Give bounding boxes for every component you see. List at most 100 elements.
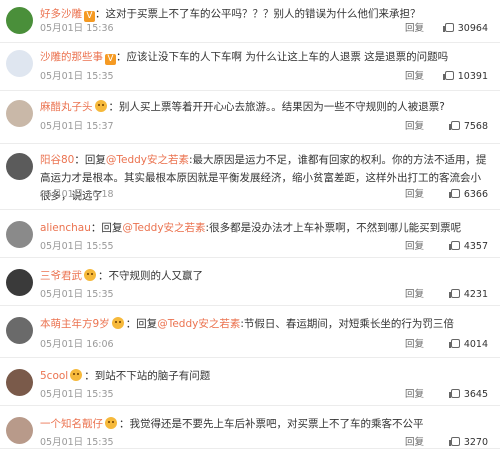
avatar[interactable] [6,153,33,180]
reply-button[interactable]: 回复 [405,120,424,134]
comment-text: 三爷君武 ：不守规则的人又赢了 [40,267,490,285]
timestamp: 05月01日 15:36 [40,23,114,34]
username-link[interactable]: 阳谷80 [40,154,74,166]
comment-footer: 05月01日 16:06 回复 4014 [40,338,488,352]
reply-button[interactable]: 回复 [405,338,424,352]
timestamp: 05月01日 15:35 [40,437,114,448]
comment-text: alienchau：回复@Teddy安之若素:很多都是没办法才上车补票啊，不然到… [40,219,490,237]
comment-footer: 05月01日 15:35 回复 3270 [40,436,488,450]
comment-item: 一个知名靓仔 ：我觉得还是不要先上车后补票吧，对买票上不了车的乘客不公平 05月0… [0,406,500,449]
timestamp: 05月01日 15:55 [40,241,114,252]
timestamp: 05月01日 15:35 [40,289,114,300]
reply-button[interactable]: 回复 [405,188,424,202]
like-button[interactable]: 6366 [448,188,488,202]
comment-body: ：别人买上票等着开开心心去旅游。。结果因为一些不守规则的人被退票? [108,101,445,113]
username-link[interactable]: 三爷君武 [40,270,82,282]
comment-body: ：应该让没下车的人下车啊 为什么让这上车的人退票 这是退票的问题吗 [116,51,449,63]
comment-item: 麻醋丸子头 ：别人买上票等着开开心心去旅游。。结果因为一些不守规则的人被退票? 0… [0,91,500,144]
comment-body: ：回复 [74,154,106,166]
comment-text: 本萌主年方9岁 ：回复@Teddy安之若素:节假日、春运期间，对短乘长坐的行为罚三… [40,315,490,333]
username-link[interactable]: 5cool [40,370,68,382]
timestamp: 05月01日 15:35 [40,71,114,82]
comment-item: 好多沙雕 V ：这对于买票上不了车的公平吗？？？别人的错误为什么他们来承担？ 05月… [0,0,500,43]
comment-item: alienchau：回复@Teddy安之若素:很多都是没办法才上车补票啊，不然到… [0,210,500,258]
comment-footer: 05月01日 15:37 回复 7568 [40,120,488,134]
like-count: 4231 [463,289,488,300]
username-link[interactable]: 本萌主年方9岁 [40,318,110,330]
thumbs-up-icon [448,437,460,446]
comment-text: 麻醋丸子头 ：别人买上票等着开开心心去旅游。。结果因为一些不守规则的人被退票? [40,98,490,116]
comment-body: ：这对于买票上不了车的公平吗？？？别人的错误为什么他们来承担？ [95,8,421,20]
username-link[interactable]: alienchau [40,222,91,234]
like-button[interactable]: 10391 [442,70,488,84]
thumbs-up-icon [442,23,454,32]
avatar[interactable] [6,417,33,444]
like-button[interactable]: 3270 [448,436,488,450]
comment-item: 沙雕的那些事 V ：应该让没下车的人下车啊 为什么让这上车的人退票 这是退票的问题吗… [0,43,500,91]
comment-footer: 05月01日 16:18 回复 6366 [40,188,488,202]
comment-item: 5cool ：到站不下站的脑子有问题 05月01日 15:35 回复 3645 [0,358,500,406]
like-button[interactable]: 4357 [448,240,488,254]
comment-footer: 05月01日 15:36 回复 30964 [40,22,488,36]
comment-text: 一个知名靓仔 ：我觉得还是不要先上车后补票吧，对买票上不了车的乘客不公平 [40,415,490,433]
thumbs-up-icon [448,289,460,298]
reply-button[interactable]: 回复 [405,288,424,302]
thumbs-up-icon [448,189,460,198]
timestamp: 05月01日 15:35 [40,389,114,400]
reply-button[interactable]: 回复 [405,70,424,84]
smiley-emoji-icon [84,269,96,281]
mention-link[interactable]: @Teddy安之若素 [157,318,240,330]
avatar[interactable] [6,7,33,34]
timestamp: 05月01日 16:06 [40,339,114,350]
username-link[interactable]: 好多沙雕 [40,8,82,20]
comment-footer: 05月01日 15:35 回复 3645 [40,388,488,402]
like-count: 3645 [463,389,488,400]
reply-button[interactable]: 回复 [405,22,424,36]
smiley-emoji-icon [70,369,83,381]
username-link[interactable]: 沙雕的那些事 [40,51,103,63]
comment-item: 阳谷80：回复@Teddy安之若素:最大原因是运力不足，谁都有回家的权利。你的方… [0,144,500,210]
like-button[interactable]: 7568 [448,120,488,134]
vip-badge-icon: V [84,11,95,22]
username-link[interactable]: 麻醋丸子头 [40,101,93,113]
comment-footer: 05月01日 15:35 回复 10391 [40,70,488,84]
comment-body: ：回复 [90,222,123,234]
username-link[interactable]: 一个知名靓仔 [40,418,103,430]
like-button[interactable]: 3645 [448,388,488,402]
like-button[interactable]: 4014 [448,338,488,352]
timestamp: 05月01日 15:37 [40,121,114,132]
avatar[interactable] [6,317,33,344]
like-button[interactable]: 30964 [442,22,488,36]
comment-body: ：回复 [125,318,158,330]
avatar[interactable] [6,50,33,77]
like-count: 4357 [463,241,488,252]
comment-footer: 05月01日 15:55 回复 4357 [40,240,488,254]
smiley-emoji-icon [111,317,124,329]
mention-link[interactable]: @Teddy安之若素 [122,222,205,234]
reply-button[interactable]: 回复 [405,240,424,254]
avatar[interactable] [6,269,33,296]
timestamp: 05月01日 16:18 [40,189,114,200]
thumbs-up-icon [448,389,460,398]
like-count: 30964 [457,23,488,34]
thumbs-up-icon [442,71,454,80]
like-count: 6366 [463,189,488,200]
comment-text: 沙雕的那些事 V ：应该让没下车的人下车啊 为什么让这上车的人退票 这是退票的问题吗 [40,48,490,66]
like-count: 3270 [463,437,488,448]
reply-button[interactable]: 回复 [405,436,424,450]
reply-button[interactable]: 回复 [405,388,424,402]
thumbs-up-icon [448,339,460,348]
avatar[interactable] [6,221,33,248]
smiley-emoji-icon [94,100,107,112]
avatar[interactable] [6,369,33,396]
like-button[interactable]: 4231 [448,288,488,302]
like-count: 4014 [463,339,488,350]
comment-text: 好多沙雕 V ：这对于买票上不了车的公平吗？？？别人的错误为什么他们来承担？ [40,5,490,23]
comment-body: ：我觉得还是不要先上车后补票吧，对买票上不了车的乘客不公平 [119,418,424,430]
mention-link[interactable]: @Teddy安之若素 [106,154,189,166]
vip-badge-icon: V [105,54,116,65]
avatar[interactable] [6,100,33,127]
like-count: 10391 [457,71,488,82]
like-count: 7568 [463,121,488,132]
smiley-emoji-icon [105,417,117,429]
